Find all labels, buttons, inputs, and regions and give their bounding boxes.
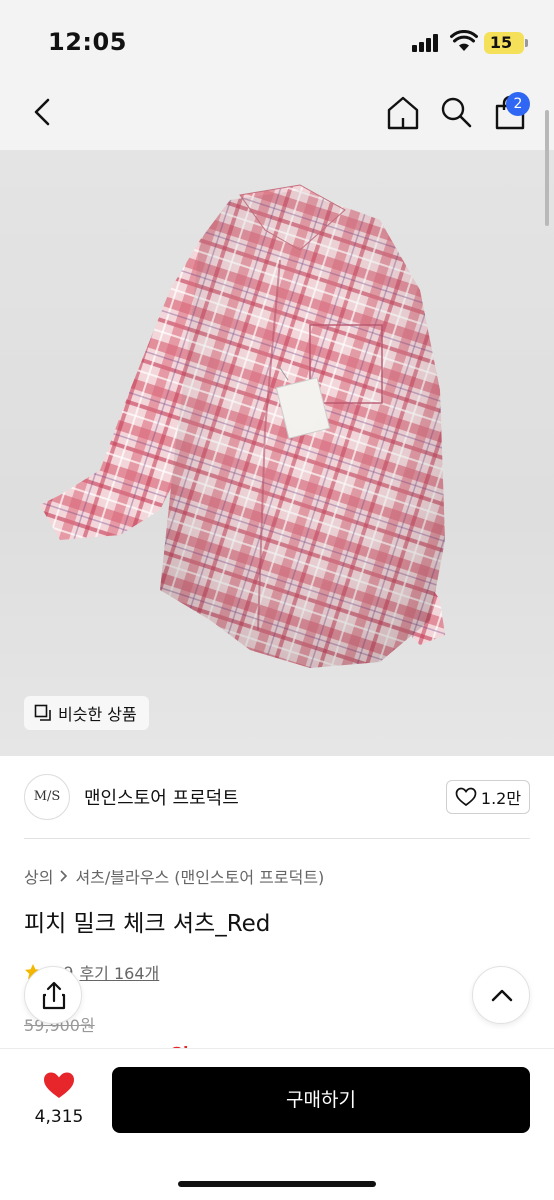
nav-bar: [0, 80, 554, 150]
search-icon[interactable]: [438, 94, 474, 130]
store-row[interactable]: M/S 맨인스토어 프로덕트 1.2만: [0, 756, 554, 838]
heart-filled-icon: [44, 1072, 74, 1098]
breadcrumb: 상의 셔츠/블라우스 (맨인스토어 프로덕트): [24, 864, 324, 888]
share-icon: [42, 981, 66, 1010]
home-indicator[interactable]: [178, 1181, 376, 1187]
battery-indicator: 15: [484, 32, 528, 54]
status-time: 12:05: [48, 28, 127, 56]
battery-level: 15: [489, 33, 513, 52]
status-bar: 12:05 15: [0, 0, 554, 80]
store-logo[interactable]: M/S: [24, 774, 70, 820]
chevron-right-icon: [60, 870, 68, 882]
product-name: 피치 밀크 체크 셔츠_Red: [24, 911, 271, 937]
store-like-button[interactable]: 1.2만: [446, 780, 530, 814]
divider: [24, 838, 530, 839]
store-name[interactable]: 맨인스토어 프로덕트: [84, 784, 239, 810]
chevron-up-icon: [491, 989, 513, 1002]
home-icon[interactable]: [384, 94, 422, 132]
buy-button[interactable]: 구매하기: [112, 1067, 530, 1133]
cellular-signal-icon: [412, 34, 442, 52]
heart-outline-icon: [455, 787, 477, 807]
similar-products-button[interactable]: 비슷한 상품: [24, 696, 149, 730]
wifi-icon: [450, 30, 478, 51]
back-icon[interactable]: [26, 94, 58, 130]
similar-products-label: 비슷한 상품: [58, 705, 137, 724]
breadcrumb-category[interactable]: 상의: [24, 864, 53, 888]
breadcrumb-subcategory[interactable]: 셔츠/블라우스 (맨인스토어 프로덕트): [75, 864, 324, 888]
bottom-action-bar: 4,315 구매하기: [0, 1048, 554, 1200]
review-count-link[interactable]: 후기 164개: [79, 960, 159, 984]
similar-icon: [34, 704, 51, 721]
wishlist-count: 4,315: [34, 1107, 84, 1127]
scroll-top-button[interactable]: [472, 966, 530, 1024]
product-image[interactable]: 비슷한 상품: [0, 150, 554, 756]
store-like-count: 1.2만: [480, 789, 522, 808]
product-photo-shirt: [40, 184, 445, 668]
wishlist-button[interactable]: 4,315: [26, 1067, 92, 1131]
cart-count-badge: 2: [506, 92, 530, 116]
scrollbar[interactable]: [545, 110, 549, 226]
share-button[interactable]: [24, 966, 82, 1024]
